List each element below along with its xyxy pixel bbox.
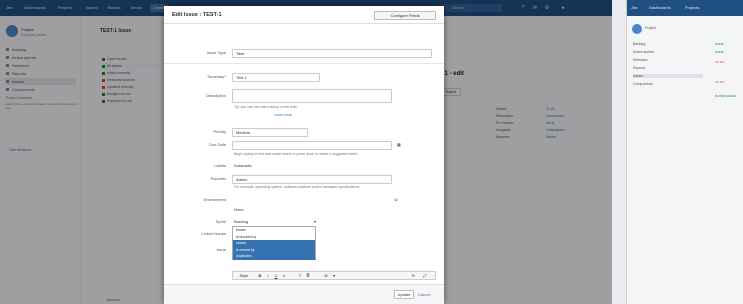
dialog-title: Edit Issue : TEST-1 [172, 12, 222, 18]
assignee-value[interactable]: Automatic [234, 163, 252, 168]
project-logo-icon [632, 24, 642, 34]
listbox-option[interactable]: is cloned by [233, 246, 315, 254]
linked-issues-label: Linked Issues [201, 231, 226, 236]
more-icon[interactable]: ▾ [331, 273, 337, 279]
listbox-option[interactable]: duplicates [233, 253, 315, 260]
comment-editor-toolbar: Style B I U A ≡ ≣ ⊕ ▾ ⟲ ⤢ [232, 271, 436, 280]
description-hint: Tip: you can use wiki markup in this fie… [234, 105, 298, 109]
priority-select[interactable]: Medium [232, 128, 308, 137]
listbox-option[interactable]: is blocked by [233, 234, 315, 241]
learn-more-link[interactable]: Learn more [274, 113, 292, 117]
status-tag: TO DO [715, 80, 725, 84]
underline-icon[interactable]: U [273, 273, 279, 279]
description-textarea[interactable] [232, 89, 392, 103]
status-tag: DONE [715, 42, 724, 46]
fullscreen-icon[interactable]: ⤢ [421, 273, 429, 279]
cancel-link[interactable]: Cancel [418, 292, 430, 297]
listbox-option[interactable]: clones [233, 240, 315, 247]
text-color-icon[interactable]: A [281, 273, 287, 279]
numbered-list-icon[interactable]: ≣ [305, 273, 311, 279]
summary-input[interactable]: Test 1 [232, 73, 320, 82]
due-date-input[interactable] [232, 141, 392, 150]
listbox-option[interactable]: blocks [233, 227, 315, 234]
issue-type-select[interactable]: Task [232, 49, 432, 58]
due-date-label: Due Date [209, 142, 226, 147]
sidebar-item-releases[interactable]: Releases [633, 58, 648, 62]
sidebar-item-active-sprints[interactable]: Active sprints [633, 50, 654, 54]
status-tag: IN PROGRESS [715, 94, 736, 98]
undo-icon[interactable]: ⟲ [409, 273, 417, 279]
sprint-select[interactable]: Backlog [234, 219, 248, 224]
description-label: Description [205, 93, 226, 98]
labels-label: Labels [214, 163, 226, 168]
nav-item-jira[interactable]: Jira [631, 5, 637, 10]
resize-icon[interactable]: ⇲ [394, 197, 397, 202]
sidebar-item-components[interactable]: Components [633, 82, 653, 86]
sidebar-item-issues[interactable]: Issues [633, 74, 703, 78]
configure-fields-button[interactable]: Configure Fields [374, 11, 436, 20]
status-tag: DONE [715, 50, 724, 54]
labels-hint: Begin typing to find and create labels o… [234, 152, 358, 156]
environment-label: Environment [203, 197, 226, 202]
edit-issue-dialog: Edit Issue : TEST-1 Configure Fields Tas… [164, 6, 444, 304]
status-tag: TO DO [715, 60, 725, 64]
summary-label: Summary* [207, 74, 226, 79]
environment-hint: For example, operating system, software … [234, 185, 361, 189]
epic-value[interactable]: None [234, 207, 244, 212]
chevron-down-icon[interactable]: ▾ [314, 219, 316, 224]
nav-item-projects[interactable]: Projects [685, 5, 699, 10]
sidebar-item-backlog[interactable]: Backlog [633, 42, 645, 46]
divider [164, 63, 444, 64]
bold-icon[interactable]: B [257, 273, 263, 279]
reporter-label: Reporter [210, 176, 226, 181]
issue-type-label: Issue Type [206, 50, 226, 55]
secondary-window: Jira Dashboards Projects Project Backlog… [626, 0, 743, 304]
bullet-list-icon[interactable]: ≡ [297, 273, 303, 279]
secondary-top-bar: Jira Dashboards Projects [627, 0, 743, 16]
project-title[interactable]: Project [645, 26, 656, 30]
priority-label: Priority [213, 129, 226, 134]
style-dropdown[interactable]: Style [236, 273, 252, 279]
sprint-label: Sprint [215, 219, 226, 224]
sidebar-item-reports[interactable]: Reports [633, 66, 645, 70]
update-button[interactable]: Update [394, 290, 414, 299]
reporter-input[interactable]: Admin [232, 175, 392, 184]
calendar-icon[interactable]: ▦ [397, 142, 401, 147]
insert-icon[interactable]: ⊕ [323, 273, 329, 279]
italic-icon[interactable]: I [265, 273, 271, 279]
nav-item-dashboards[interactable]: Dashboards [649, 5, 671, 10]
dialog-footer: Update Cancel [164, 284, 444, 304]
dialog-header: Edit Issue : TEST-1 Configure Fields [164, 6, 444, 24]
link-type-listbox[interactable]: blocks is blocked by clones is cloned by… [232, 226, 316, 260]
issue-label: Issue [216, 247, 226, 252]
